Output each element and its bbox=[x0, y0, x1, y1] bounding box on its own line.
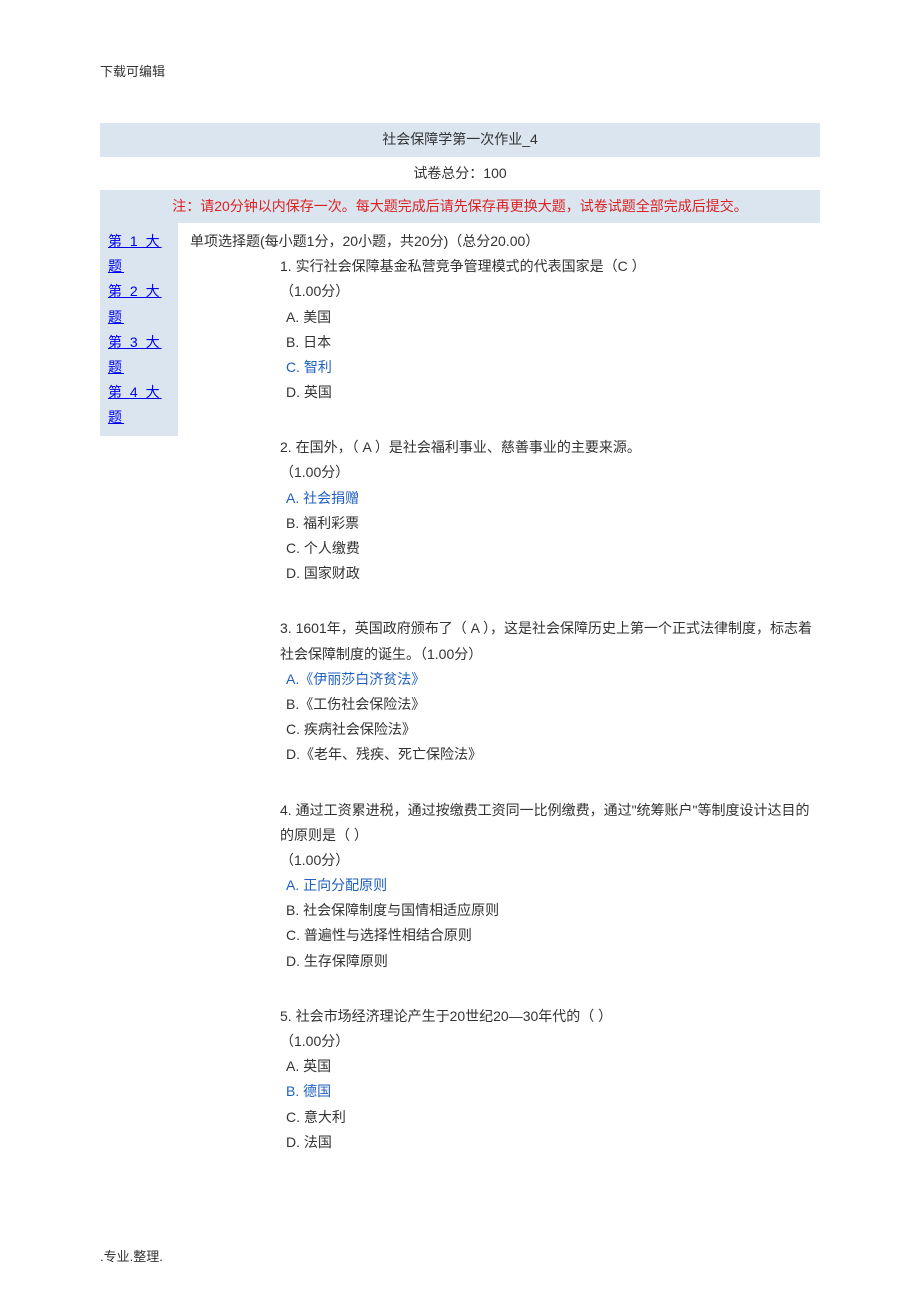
option-d[interactable]: D.《老年、残疾、死亡保险法》 bbox=[280, 742, 820, 767]
question-score: （1.00分） bbox=[280, 848, 820, 873]
option-a[interactable]: A. 英国 bbox=[280, 1054, 820, 1079]
option-b[interactable]: B. 福利彩票 bbox=[280, 511, 820, 536]
option-a[interactable]: A. 正向分配原则 bbox=[280, 873, 820, 898]
exam-title: 社会保障学第一次作业_4 bbox=[100, 123, 820, 156]
notice-text: 注：请20分钟以内保存一次。每大题完成后请先保存再更换大题，试卷试题全部完成后提… bbox=[100, 190, 820, 223]
main-content: 单项选择题(每小题1分，20小题，共20分)（总分20.00） 1. 实行社会保… bbox=[178, 223, 820, 1185]
option-d[interactable]: D. 国家财政 bbox=[280, 561, 820, 586]
header-label: 下载可编辑 bbox=[100, 60, 820, 83]
option-b[interactable]: B. 社会保障制度与国情相适应原则 bbox=[280, 898, 820, 923]
option-c[interactable]: C. 意大利 bbox=[280, 1105, 820, 1130]
option-c[interactable]: C. 个人缴费 bbox=[280, 536, 820, 561]
option-b[interactable]: B.《工伤社会保险法》 bbox=[280, 692, 820, 717]
question-score: （1.00分） bbox=[280, 460, 820, 485]
option-d[interactable]: D. 生存保障原则 bbox=[280, 949, 820, 974]
option-c[interactable]: C. 疾病社会保险法》 bbox=[280, 717, 820, 742]
section-title: 单项选择题(每小题1分，20小题，共20分)（总分20.00） bbox=[190, 223, 820, 254]
question-3: 3. 1601年，英国政府颁布了（ A ），这是社会保障历史上第一个正式法律制度… bbox=[280, 616, 820, 767]
question-1: 1. 实行社会保障基金私营竞争管理模式的代表国家是（C ） （1.00分） A.… bbox=[280, 254, 820, 405]
total-score-label: 试卷总分：100 bbox=[100, 157, 820, 190]
sidebar-link-1[interactable]: 第 1 大题 bbox=[100, 229, 178, 279]
option-b[interactable]: B. 日本 bbox=[280, 330, 820, 355]
question-text: 1. 实行社会保障基金私营竞争管理模式的代表国家是（C ） bbox=[280, 254, 820, 279]
option-b[interactable]: B. 德国 bbox=[280, 1079, 820, 1104]
option-a[interactable]: A.《伊丽莎白济贫法》 bbox=[280, 667, 820, 692]
question-nav-sidebar: 第 1 大题 第 2 大题 第 3 大题 第 4 大题 bbox=[100, 223, 178, 437]
sidebar-link-4[interactable]: 第 4 大题 bbox=[100, 380, 178, 430]
question-score: （1.00分） bbox=[280, 1029, 820, 1054]
question-text: 2. 在国外，（ A ）是社会福利事业、慈善事业的主要来源。 bbox=[280, 435, 820, 460]
question-5: 5. 社会市场经济理论产生于20世纪20—30年代的（ ） （1.00分） A.… bbox=[280, 1004, 820, 1155]
question-2: 2. 在国外，（ A ）是社会福利事业、慈善事业的主要来源。 （1.00分） A… bbox=[280, 435, 820, 586]
option-d[interactable]: D. 法国 bbox=[280, 1130, 820, 1155]
question-text: 5. 社会市场经济理论产生于20世纪20—30年代的（ ） bbox=[280, 1004, 820, 1029]
option-c[interactable]: C. 智利 bbox=[280, 355, 820, 380]
question-score: （1.00分） bbox=[280, 279, 820, 304]
option-c[interactable]: C. 普遍性与选择性相结合原则 bbox=[280, 923, 820, 948]
question-text: 3. 1601年，英国政府颁布了（ A ），这是社会保障历史上第一个正式法律制度… bbox=[280, 616, 820, 641]
option-d[interactable]: D. 英国 bbox=[280, 380, 820, 405]
question-score: 社会保障制度的诞生。（1.00分） bbox=[280, 642, 820, 667]
question-4: 4. 通过工资累进税，通过按缴费工资同一比例缴费，通过"统筹账户"等制度设计达目… bbox=[280, 798, 820, 974]
option-a[interactable]: A. 美国 bbox=[280, 305, 820, 330]
sidebar-link-3[interactable]: 第 3 大题 bbox=[100, 330, 178, 380]
sidebar-link-2[interactable]: 第 2 大题 bbox=[100, 279, 178, 329]
footer-text: .专业.整理. bbox=[100, 1245, 820, 1268]
question-text: 4. 通过工资累进税，通过按缴费工资同一比例缴费，通过"统筹账户"等制度设计达目… bbox=[280, 798, 820, 848]
option-a[interactable]: A. 社会捐赠 bbox=[280, 486, 820, 511]
